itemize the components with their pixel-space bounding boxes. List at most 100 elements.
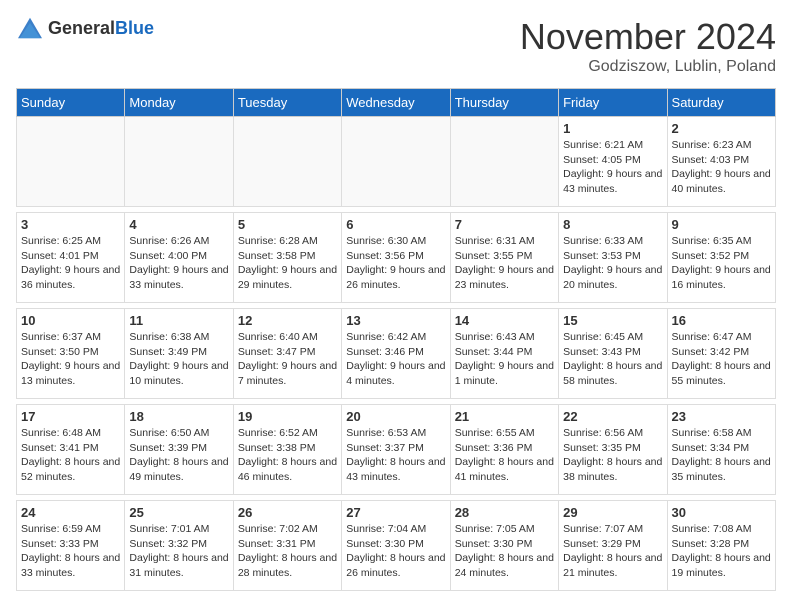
calendar-cell: 15 Sunrise: 6:45 AM Sunset: 3:43 PM Dayli… bbox=[559, 309, 667, 399]
day-info: Sunrise: 6:28 AM Sunset: 3:58 PM Dayligh… bbox=[238, 234, 337, 293]
calendar-cell: 6Sunrise: 6:30 AM Sunset: 3:56 PM Daylig… bbox=[342, 213, 450, 303]
calendar-cell: 12 Sunrise: 6:40 AM Sunset: 3:47 PM Dayli… bbox=[233, 309, 341, 399]
calendar-cell bbox=[17, 117, 125, 207]
day-number: 20 bbox=[346, 409, 445, 424]
day-info: Sunrise: 7:07 AM Sunset: 3:29 PM Dayligh… bbox=[563, 522, 662, 581]
day-number: 23 bbox=[672, 409, 771, 424]
day-number: 7 bbox=[455, 217, 554, 232]
day-info: Sunrise: 6:53 AM Sunset: 3:37 PM Dayligh… bbox=[346, 426, 445, 485]
calendar-cell bbox=[342, 117, 450, 207]
day-number: 15 bbox=[563, 313, 662, 328]
day-info: Sunrise: 6:21 AM Sunset: 4:05 PM Dayligh… bbox=[563, 138, 662, 197]
day-info: Sunrise: 6:40 AM Sunset: 3:47 PM Dayligh… bbox=[238, 330, 337, 389]
calendar-cell: 25 Sunrise: 7:01 AM Sunset: 3:32 PM Dayli… bbox=[125, 501, 233, 591]
day-info: Sunrise: 6:45 AM Sunset: 3:43 PM Dayligh… bbox=[563, 330, 662, 389]
calendar-cell: 9 Sunrise: 6:35 AM Sunset: 3:52 PM Daylig… bbox=[667, 213, 775, 303]
day-header-monday: Monday bbox=[125, 89, 233, 117]
calendar-header-row: SundayMondayTuesdayWednesdayThursdayFrid… bbox=[17, 89, 776, 117]
calendar-week-row: 3 Sunrise: 6:25 AM Sunset: 4:01 PM Daylig… bbox=[17, 213, 776, 303]
day-number: 17 bbox=[21, 409, 120, 424]
calendar-cell bbox=[233, 117, 341, 207]
day-number: 9 bbox=[672, 217, 771, 232]
day-number: 2 bbox=[672, 121, 771, 136]
calendar-cell: 7 Sunrise: 6:31 AM Sunset: 3:55 PM Daylig… bbox=[450, 213, 558, 303]
day-number: 26 bbox=[238, 505, 337, 520]
day-number: 19 bbox=[238, 409, 337, 424]
calendar-cell: 16Sunrise: 6:47 AM Sunset: 3:42 PM Dayli… bbox=[667, 309, 775, 399]
calendar-cell: 30Sunrise: 7:08 AM Sunset: 3:28 PM Dayli… bbox=[667, 501, 775, 591]
day-number: 14 bbox=[455, 313, 554, 328]
calendar-cell: 1 Sunrise: 6:21 AM Sunset: 4:05 PM Daylig… bbox=[559, 117, 667, 207]
calendar-cell: 23Sunrise: 6:58 AM Sunset: 3:34 PM Dayli… bbox=[667, 405, 775, 495]
logo-icon bbox=[16, 16, 44, 40]
calendar-cell: 4Sunrise: 6:26 AM Sunset: 4:00 PM Daylig… bbox=[125, 213, 233, 303]
day-info: Sunrise: 6:55 AM Sunset: 3:36 PM Dayligh… bbox=[455, 426, 554, 485]
day-info: Sunrise: 6:35 AM Sunset: 3:52 PM Dayligh… bbox=[672, 234, 771, 293]
calendar-week-row: 17Sunrise: 6:48 AM Sunset: 3:41 PM Dayli… bbox=[17, 405, 776, 495]
day-info: Sunrise: 6:33 AM Sunset: 3:53 PM Dayligh… bbox=[563, 234, 662, 293]
day-info: Sunrise: 6:25 AM Sunset: 4:01 PM Dayligh… bbox=[21, 234, 120, 293]
calendar-cell: 17Sunrise: 6:48 AM Sunset: 3:41 PM Dayli… bbox=[17, 405, 125, 495]
day-number: 3 bbox=[21, 217, 120, 232]
day-info: Sunrise: 7:01 AM Sunset: 3:32 PM Dayligh… bbox=[129, 522, 228, 581]
day-number: 8 bbox=[563, 217, 662, 232]
calendar: SundayMondayTuesdayWednesdayThursdayFrid… bbox=[16, 88, 776, 591]
logo-text-blue: Blue bbox=[115, 18, 154, 38]
calendar-cell: 13 Sunrise: 6:42 AM Sunset: 3:46 PM Dayli… bbox=[342, 309, 450, 399]
day-number: 4 bbox=[129, 217, 228, 232]
day-number: 22 bbox=[563, 409, 662, 424]
day-number: 1 bbox=[563, 121, 662, 136]
calendar-cell: 19 Sunrise: 6:52 AM Sunset: 3:38 PM Dayli… bbox=[233, 405, 341, 495]
day-info: Sunrise: 6:38 AM Sunset: 3:49 PM Dayligh… bbox=[129, 330, 228, 389]
day-number: 27 bbox=[346, 505, 445, 520]
title-area: November 2024 Godziszow, Lublin, Poland bbox=[520, 16, 776, 76]
day-header-wednesday: Wednesday bbox=[342, 89, 450, 117]
calendar-cell: 27 Sunrise: 7:04 AM Sunset: 3:30 PM Dayli… bbox=[342, 501, 450, 591]
day-number: 12 bbox=[238, 313, 337, 328]
day-info: Sunrise: 6:37 AM Sunset: 3:50 PM Dayligh… bbox=[21, 330, 120, 389]
month-title: November 2024 bbox=[520, 16, 776, 58]
calendar-cell: 8 Sunrise: 6:33 AM Sunset: 3:53 PM Daylig… bbox=[559, 213, 667, 303]
calendar-cell: 11Sunrise: 6:38 AM Sunset: 3:49 PM Dayli… bbox=[125, 309, 233, 399]
calendar-cell: 18Sunrise: 6:50 AM Sunset: 3:39 PM Dayli… bbox=[125, 405, 233, 495]
calendar-cell: 20 Sunrise: 6:53 AM Sunset: 3:37 PM Dayli… bbox=[342, 405, 450, 495]
day-number: 5 bbox=[238, 217, 337, 232]
day-header-saturday: Saturday bbox=[667, 89, 775, 117]
day-info: Sunrise: 6:47 AM Sunset: 3:42 PM Dayligh… bbox=[672, 330, 771, 389]
calendar-cell: 22 Sunrise: 6:56 AM Sunset: 3:35 PM Dayli… bbox=[559, 405, 667, 495]
calendar-week-row: 24 Sunrise: 6:59 AM Sunset: 3:33 PM Dayli… bbox=[17, 501, 776, 591]
calendar-cell: 29Sunrise: 7:07 AM Sunset: 3:29 PM Dayli… bbox=[559, 501, 667, 591]
day-header-sunday: Sunday bbox=[17, 89, 125, 117]
calendar-cell: 10 Sunrise: 6:37 AM Sunset: 3:50 PM Dayli… bbox=[17, 309, 125, 399]
calendar-week-row: 10 Sunrise: 6:37 AM Sunset: 3:50 PM Dayli… bbox=[17, 309, 776, 399]
day-info: Sunrise: 6:50 AM Sunset: 3:39 PM Dayligh… bbox=[129, 426, 228, 485]
day-info: Sunrise: 6:52 AM Sunset: 3:38 PM Dayligh… bbox=[238, 426, 337, 485]
calendar-cell: 5 Sunrise: 6:28 AM Sunset: 3:58 PM Daylig… bbox=[233, 213, 341, 303]
calendar-cell: 3 Sunrise: 6:25 AM Sunset: 4:01 PM Daylig… bbox=[17, 213, 125, 303]
day-info: Sunrise: 6:42 AM Sunset: 3:46 PM Dayligh… bbox=[346, 330, 445, 389]
day-number: 6 bbox=[346, 217, 445, 232]
header: GeneralBlue November 2024 Godziszow, Lub… bbox=[16, 16, 776, 76]
calendar-cell: 28Sunrise: 7:05 AM Sunset: 3:30 PM Dayli… bbox=[450, 501, 558, 591]
day-info: Sunrise: 6:31 AM Sunset: 3:55 PM Dayligh… bbox=[455, 234, 554, 293]
day-info: Sunrise: 7:02 AM Sunset: 3:31 PM Dayligh… bbox=[238, 522, 337, 581]
day-info: Sunrise: 7:04 AM Sunset: 3:30 PM Dayligh… bbox=[346, 522, 445, 581]
location-title: Godziszow, Lublin, Poland bbox=[520, 58, 776, 76]
day-number: 24 bbox=[21, 505, 120, 520]
day-info: Sunrise: 6:43 AM Sunset: 3:44 PM Dayligh… bbox=[455, 330, 554, 389]
logo: GeneralBlue bbox=[16, 16, 154, 40]
day-number: 25 bbox=[129, 505, 228, 520]
day-info: Sunrise: 6:59 AM Sunset: 3:33 PM Dayligh… bbox=[21, 522, 120, 581]
calendar-cell: 14 Sunrise: 6:43 AM Sunset: 3:44 PM Dayli… bbox=[450, 309, 558, 399]
day-header-friday: Friday bbox=[559, 89, 667, 117]
day-info: Sunrise: 7:08 AM Sunset: 3:28 PM Dayligh… bbox=[672, 522, 771, 581]
logo-text-general: General bbox=[48, 18, 115, 38]
day-number: 21 bbox=[455, 409, 554, 424]
calendar-cell bbox=[450, 117, 558, 207]
calendar-week-row: 1 Sunrise: 6:21 AM Sunset: 4:05 PM Daylig… bbox=[17, 117, 776, 207]
day-number: 10 bbox=[21, 313, 120, 328]
calendar-cell: 26 Sunrise: 7:02 AM Sunset: 3:31 PM Dayli… bbox=[233, 501, 341, 591]
day-number: 13 bbox=[346, 313, 445, 328]
day-header-tuesday: Tuesday bbox=[233, 89, 341, 117]
day-info: Sunrise: 6:56 AM Sunset: 3:35 PM Dayligh… bbox=[563, 426, 662, 485]
